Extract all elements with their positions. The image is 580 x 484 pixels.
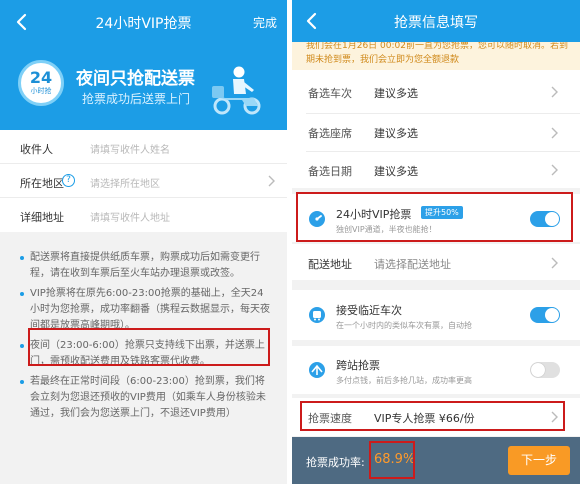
cross-station-title: 跨站抢票 [336,359,380,372]
success-rate-label: 抢票成功率: [306,456,365,469]
bullet-icon [20,292,24,296]
address-input[interactable]: 请填写收件人地址 [90,209,170,224]
chevron-right-icon [551,127,558,139]
page-title: 24小时VIP抢票 [95,16,192,32]
bullet-icon [20,344,24,348]
chevron-right-icon [551,86,558,98]
nearby-title: 接受临近车次 [336,304,402,317]
next-step-button[interactable]: 下一步 [508,446,570,475]
cross-station-toggle[interactable] [530,362,560,378]
bottom-bar: 抢票成功率: 68.9% 下一步 [292,437,580,484]
banner-subtitle: 抢票成功后送票上门 [82,92,191,106]
badge-caption: 小时抢 [30,87,52,95]
date-label: 备选日期 [308,165,352,178]
train-label: 备选车次 [308,87,352,100]
chevron-right-icon [551,257,558,269]
24h-badge-icon: 24 小时抢 [18,60,64,106]
recipient-label: 收件人 [20,143,53,156]
recipient-form: 收件人 请填写收件人姓名 所在地区 ? 请选择所在地区 详细地址 请填写收件人地… [0,130,287,232]
banner-title: 夜间只抢配送票 [76,69,195,89]
region-select[interactable]: 请选择所在地区 [90,175,160,190]
refund-notice: 我们会在1月26日 00:02前一直为您抢票，您可以随时取消。若到期未抢到票，我… [292,42,580,70]
question-mark-icon[interactable]: ? [62,174,75,187]
note-text: 若最终在正常时间段（6:00-23:00）抢到票，我们将会立刻为您退还预收的VI… [30,376,266,419]
cross-station-subtitle: 多付点钱，前后多抢几站，成功率更高 [336,376,472,385]
bullet-icon [20,256,24,260]
delivery-scooter-icon [212,66,261,115]
page-title: 抢票信息填写 [394,15,478,31]
vip-info-screen: 24小时VIP抢票 完成 24 小时抢 夜间只抢配送票 抢票成功后送票上门 收件… [0,0,287,484]
train-value: 建议多选 [374,87,418,100]
date-value: 建议多选 [374,165,418,178]
nearby-toggle[interactable] [530,307,560,323]
delivery-address-select[interactable]: 请选择配送地址 [374,256,451,272]
region-row[interactable]: 所在地区 ? 请选择所在地区 [0,164,287,198]
chevron-right-icon [268,175,275,187]
train-select-row[interactable]: 备选车次 建议多选 [292,70,580,114]
recipient-row: 收件人 请填写收件人姓名 [0,130,287,164]
nearby-train-row: 接受临近车次 在一个小时内的类似车次有票，自动抢 [292,290,580,340]
note-item: 若最终在正常时间段（6:00-23:00）抢到票，我们将会立刻为您退还预收的VI… [20,374,273,422]
highlight-box [296,192,573,242]
badge-number: 24 [29,68,53,87]
toggle-knob [545,308,559,322]
region-label: 所在地区 [20,177,64,190]
note-item: VIP抢票将在原先6:00-23:00抢票的基础上，全天24小时为您抢票，成功率… [20,286,273,334]
cross-station-icon [309,362,325,378]
order-form-screen: 抢票信息填写 我们会在1月26日 00:02前一直为您抢票，您可以随时取消。若到… [292,0,580,484]
address-row: 详细地址 请填写收件人地址 [0,198,287,232]
highlight-box [300,401,565,431]
chevron-right-icon [551,164,558,176]
date-select-row[interactable]: 备选日期 建议多选 [292,152,580,188]
recipient-name-input[interactable]: 请填写收件人姓名 [90,141,170,156]
note-text: VIP抢票将在原先6:00-23:00抢票的基础上，全天24小时为您抢票，成功率… [30,288,270,331]
seat-value: 建议多选 [374,127,418,140]
nav-bar: 24小时VIP抢票 完成 [0,0,287,44]
train-icon [309,307,325,323]
nav-bar: 抢票信息填写 [292,0,580,42]
done-button[interactable]: 完成 [253,14,277,31]
note-item: 配送票将直接提供纸质车票，购票成功后如需变更行程，请在收到车票后至火车站办理退票… [20,250,273,282]
bullet-icon [20,380,24,384]
nearby-subtitle: 在一个小时内的类似车次有票，自动抢 [336,321,472,330]
note-text: 配送票将直接提供纸质车票，购票成功后如需变更行程，请在收到车票后至火车站办理退票… [30,252,260,279]
notice-text: 我们会在1月26日 00:02前一直为您抢票，您可以随时取消。若到期未抢到票，我… [306,42,568,65]
address-label: 详细地址 [20,211,64,224]
delivery-address-row[interactable]: 配送地址 请选择配送地址 [292,244,580,280]
seat-select-row[interactable]: 备选座席 建议多选 [292,114,580,152]
seat-label: 备选座席 [308,127,352,140]
toggle-knob [531,363,545,377]
highlight-box [369,441,415,479]
cross-station-row: 跨站抢票 多付点钱，前后多抢几站，成功率更高 [292,346,580,394]
promo-banner: 24 小时抢 夜间只抢配送票 抢票成功后送票上门 [0,44,287,130]
highlight-box [28,328,270,366]
delivery-label: 配送地址 [308,258,352,271]
